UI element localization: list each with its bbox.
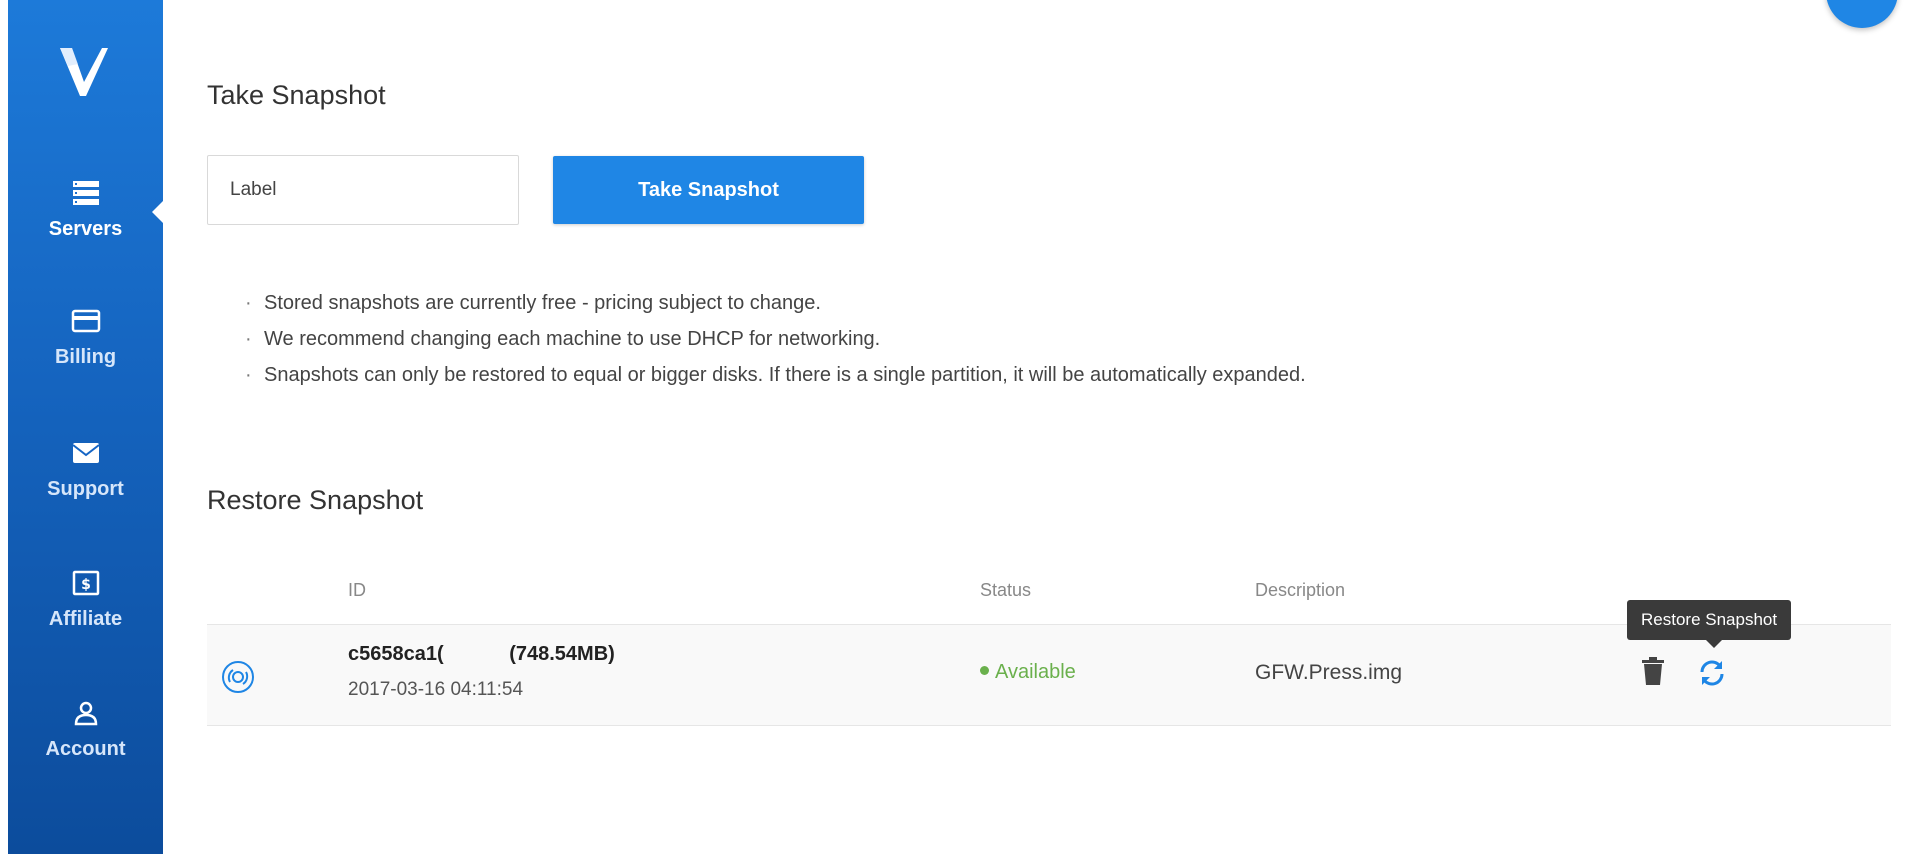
active-indicator <box>152 200 164 224</box>
status-text: Available <box>995 661 1076 683</box>
sidebar-item-servers[interactable]: Servers <box>8 178 163 288</box>
status-dot <box>980 666 989 676</box>
column-header-status: Status <box>980 580 1032 600</box>
snapshot-description: GFW.Press.img <box>1255 661 1403 684</box>
sidebar-item-label: Affiliate <box>48 608 123 630</box>
envelope-icon <box>71 443 100 463</box>
note-item: We recommend changing each machine to us… <box>245 321 1306 357</box>
status-badge: Available <box>980 661 1076 684</box>
restore-snapshot-title: Restore Snapshot <box>207 485 424 515</box>
dollar-bill-icon: $ <box>72 570 99 596</box>
svg-text:$: $ <box>81 577 91 593</box>
note-item: Stored snapshots are currently free - pr… <box>245 285 1306 321</box>
sidebar-item-affiliate[interactable]: $ Affiliate <box>8 568 163 678</box>
note-item: Snapshots can only be restored to equal … <box>245 357 1306 393</box>
credit-card-icon <box>71 309 100 333</box>
page: Servers Billing Support $ Affiliate Acco… <box>0 0 1910 854</box>
sidebar-item-label: Account <box>45 738 126 760</box>
column-header-description: Description <box>1255 580 1346 600</box>
sidebar-item-label: Support <box>47 478 124 500</box>
server-list-icon <box>72 181 99 205</box>
trash-icon[interactable] <box>1641 656 1665 686</box>
snapshot-size: (748.54MB) <box>509 643 615 665</box>
user-icon <box>74 701 97 726</box>
sidebar-item-label: Billing <box>54 346 117 368</box>
snapshot-id: c5658ca1( (748.54MB) <box>348 643 615 666</box>
sidebar: Servers Billing Support $ Affiliate Acco… <box>8 0 164 854</box>
sidebar-item-support[interactable]: Support <box>8 438 163 548</box>
snapshot-table: ID Status Description c5658ca1( (748.54M… <box>207 570 1891 726</box>
restore-snapshot-tooltip: Restore Snapshot <box>1627 600 1792 640</box>
snapshot-label-input[interactable] <box>207 155 519 225</box>
v-logo-icon[interactable] <box>58 44 118 104</box>
snapshot-date: 2017-03-16 04:11:54 <box>348 679 524 700</box>
sidebar-item-billing[interactable]: Billing <box>8 306 163 416</box>
sidebar-item-account[interactable]: Account <box>8 698 163 808</box>
disc-icon <box>222 661 254 693</box>
table-row: c5658ca1( (748.54MB) 2017-03-16 04:11:54… <box>207 625 1891 726</box>
restore-icon[interactable] <box>1697 658 1727 688</box>
snapshot-id-prefix: c5658ca1( <box>348 643 444 665</box>
sidebar-item-label: Servers <box>48 218 123 240</box>
take-snapshot-button[interactable]: Take Snapshot <box>553 156 864 224</box>
floating-action-button[interactable] <box>1826 0 1898 28</box>
snapshot-notes: Stored snapshots are currently free - pr… <box>245 285 1306 393</box>
take-snapshot-title: Take Snapshot <box>207 80 386 110</box>
tooltip-arrow <box>1706 640 1722 648</box>
redacted-region <box>443 644 504 665</box>
column-header-id: ID <box>348 580 366 600</box>
